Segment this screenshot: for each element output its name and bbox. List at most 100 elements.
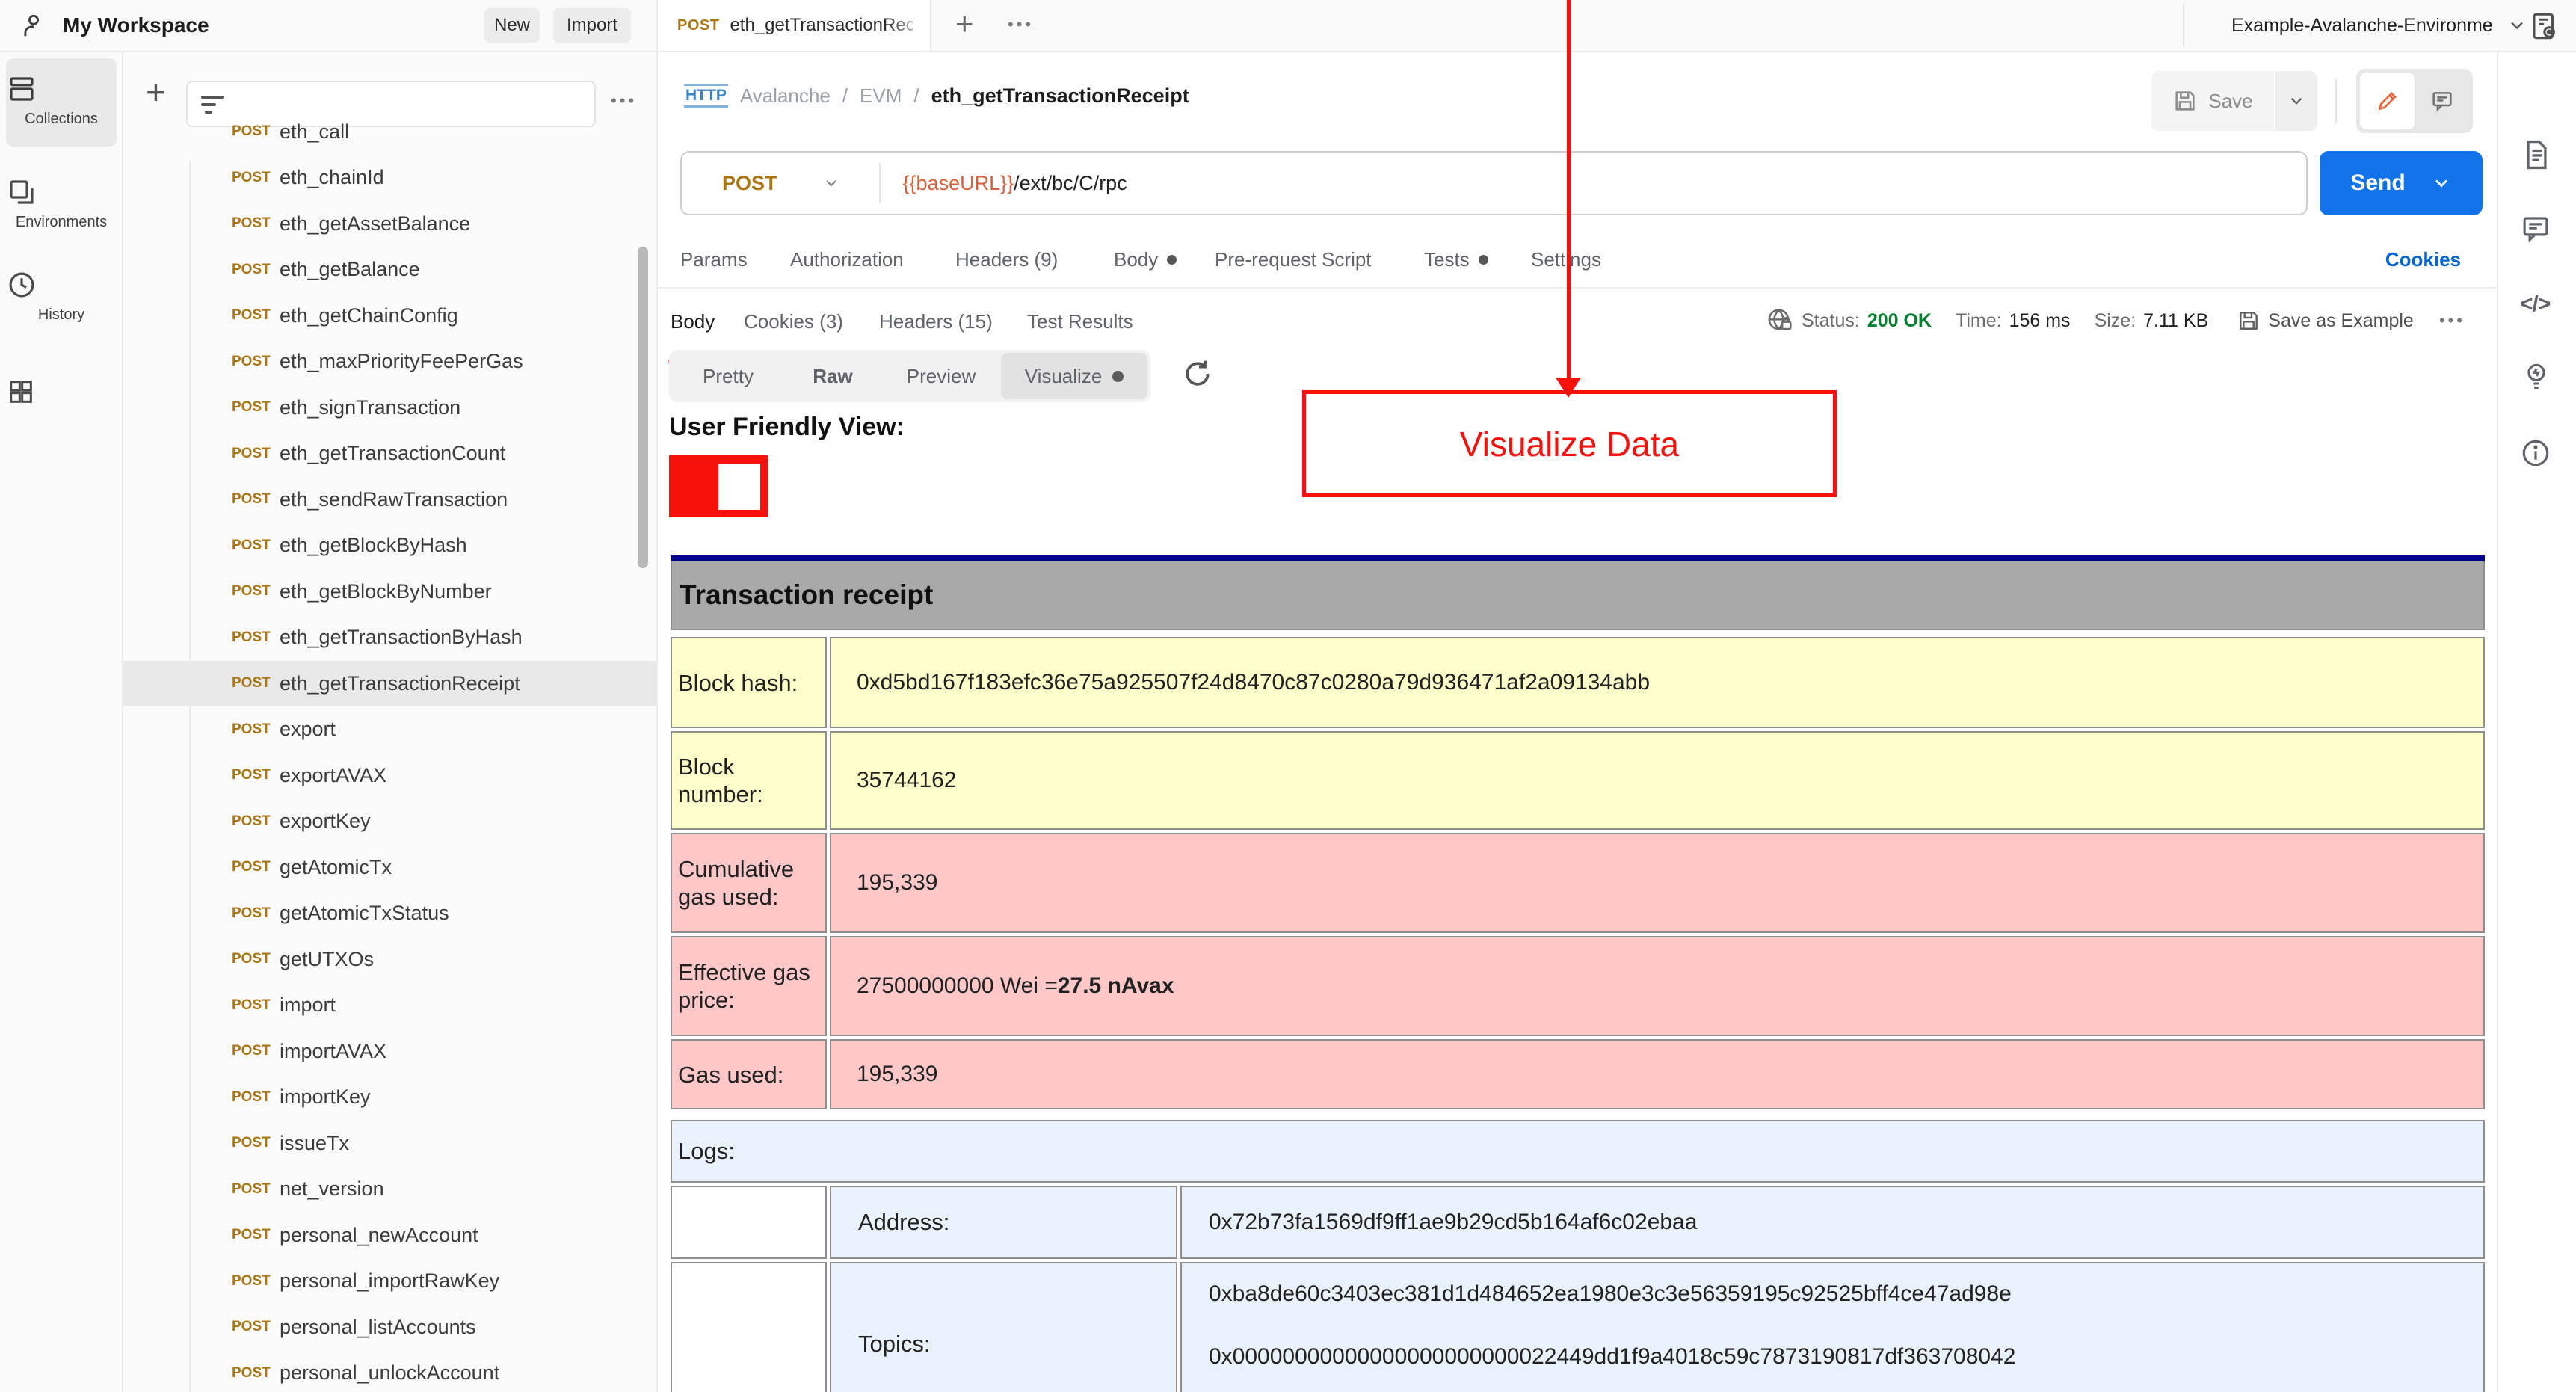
environment-selector[interactable]: Example-Avalanche-Environme: [2231, 0, 2527, 51]
sidebar-request-row[interactable]: POST getAtomicTx: [123, 845, 656, 890]
workspace-title[interactable]: My Workspace: [63, 13, 209, 37]
tab-prerequest-script[interactable]: Pre-request Script: [1215, 248, 1372, 271]
sidebar-request-row[interactable]: POST eth_getBlockByNumber: [123, 569, 656, 614]
sidebar-request-row[interactable]: POST eth_signTransaction: [123, 385, 656, 430]
sidebar-request-row[interactable]: POST eth_getTransactionReceipt: [123, 661, 656, 706]
request-name: import: [280, 994, 336, 1016]
comment-icon[interactable]: [2520, 213, 2551, 244]
environment-quick-look-icon[interactable]: [2529, 10, 2560, 42]
comment-mode-button[interactable]: [2415, 73, 2469, 129]
sidebar-request-row[interactable]: POST eth_getAssetBalance: [123, 201, 656, 246]
tab-params[interactable]: Params: [680, 248, 748, 271]
sidebar-request-row[interactable]: POST eth_call: [123, 109, 656, 154]
receipt-row-value: 0xd5bd167f183efc36e75a925507f24d8470c87c…: [830, 637, 2485, 728]
response-tab-body[interactable]: Body: [671, 310, 715, 333]
annotation-text: Visualize Data: [1459, 424, 1680, 464]
sidebar-request-row[interactable]: POST personal_newAccount: [123, 1213, 656, 1257]
response-tab-cookies[interactable]: Cookies (3): [744, 310, 843, 333]
sidebar-request-row[interactable]: POST eth_getBlockByHash: [123, 523, 656, 568]
user-friendly-view-toggle[interactable]: [669, 455, 768, 517]
new-tab-button[interactable]: +: [955, 6, 974, 42]
code-snippet-icon[interactable]: </>: [2520, 292, 2551, 317]
sidebar-options-icon[interactable]: •••: [611, 91, 637, 111]
sidebar-request-row[interactable]: POST export: [123, 707, 656, 752]
rail-item-more[interactable]: [6, 366, 117, 419]
log-spacer-cell: [671, 1186, 827, 1259]
sidebar-request-row[interactable]: POST getUTXOs: [123, 937, 656, 982]
request-method-label: POST: [232, 123, 271, 139]
rail-item-collections[interactable]: Collections: [6, 58, 117, 147]
breadcrumb-collection[interactable]: Avalanche: [740, 84, 831, 108]
sidebar-request-row[interactable]: POST eth_getTransactionCount: [123, 431, 656, 476]
save-button[interactable]: Save: [2151, 71, 2274, 131]
refresh-icon[interactable]: [1181, 357, 1214, 390]
sidebar-request-row[interactable]: POST net_version: [123, 1167, 656, 1212]
sidebar-request-row[interactable]: POST getAtomicTxStatus: [123, 891, 656, 936]
url-bar[interactable]: POST {{baseURL}}/ext/bc/C/rpc: [680, 151, 2308, 215]
request-method-label: POST: [232, 767, 271, 783]
address-value: 0x72b73fa1569df9ff1ae9b29cd5b164af6c02eb…: [1180, 1186, 2485, 1259]
response-view-switcher: Pretty Raw Preview Visualize: [669, 350, 1150, 402]
receipt-row-label: Block hash:: [671, 637, 827, 728]
sidebar-request-row[interactable]: POST eth_maxPriorityFeePerGas: [123, 339, 656, 384]
sidebar-request-row[interactable]: POST exportKey: [123, 799, 656, 844]
sidebar-request-row[interactable]: POST eth_chainId: [123, 155, 656, 200]
sidebar-request-row[interactable]: POST eth_getBalance: [123, 247, 656, 292]
comment-icon: [2432, 92, 2452, 112]
url-input[interactable]: {{baseURL}}/ext/bc/C/rpc: [903, 172, 1127, 195]
response-options-icon[interactable]: •••: [2439, 311, 2465, 330]
http-request-icon: HTTP: [684, 84, 728, 108]
request-name: personal_importRawKey: [280, 1269, 500, 1292]
add-request-button[interactable]: +: [146, 72, 166, 112]
response-tab-headers[interactable]: Headers (15): [879, 310, 993, 333]
edit-mode-button[interactable]: [2360, 73, 2415, 129]
import-button[interactable]: Import: [553, 8, 631, 43]
request-name: eth_maxPriorityFeePerGas: [280, 350, 523, 372]
tab-body[interactable]: Body: [1114, 248, 1177, 271]
response-tab-test-results[interactable]: Test Results: [1027, 310, 1133, 333]
save-dropdown-button[interactable]: [2275, 71, 2317, 131]
breadcrumb-folder[interactable]: EVM: [860, 84, 902, 108]
sidebar-request-row[interactable]: POST importAVAX: [123, 1029, 656, 1074]
sidebar-request-row[interactable]: POST personal_importRawKey: [123, 1259, 656, 1304]
sidebar-request-row[interactable]: POST eth_sendRawTransaction: [123, 477, 656, 522]
sidebar-request-row[interactable]: POST eth_getTransactionByHash: [123, 615, 656, 660]
save-as-example-button[interactable]: Save as Example: [2268, 310, 2414, 332]
rail-item-environments[interactable]: Environments: [6, 164, 117, 247]
cookies-link[interactable]: Cookies: [2385, 248, 2461, 271]
rail-item-history[interactable]: History: [6, 257, 117, 339]
method-selector[interactable]: POST: [722, 172, 777, 195]
send-button[interactable]: Send: [2320, 151, 2483, 215]
lightbulb-icon[interactable]: [2520, 359, 2553, 392]
tab-authorization[interactable]: Authorization: [790, 248, 904, 271]
request-name: exportAVAX: [280, 763, 387, 786]
view-visualize[interactable]: Visualize: [1001, 353, 1147, 399]
sidebar-scrollbar[interactable]: [638, 247, 648, 568]
sidebar-request-row[interactable]: POST importKey: [123, 1075, 656, 1120]
tab-headers[interactable]: Headers (9): [955, 248, 1058, 271]
documentation-icon[interactable]: [2520, 138, 2553, 171]
view-raw[interactable]: Raw: [784, 353, 881, 399]
request-method-label: POST: [232, 1135, 271, 1151]
view-pretty[interactable]: Pretty: [672, 353, 784, 399]
new-button[interactable]: New: [484, 8, 540, 43]
receipt-table-row: Effective gas price: 27500000000 Wei = 2…: [671, 936, 2485, 1036]
user-icon[interactable]: [19, 11, 48, 40]
sidebar-request-row[interactable]: POST import: [123, 983, 656, 1028]
breadcrumb-request-name[interactable]: eth_getTransactionReceipt: [931, 84, 1189, 108]
chevron-down-icon: [2506, 15, 2527, 36]
log-address-row: Address: 0x72b73fa1569df9ff1ae9b29cd5b16…: [671, 1186, 2485, 1259]
sidebar-request-row[interactable]: POST personal_listAccounts: [123, 1305, 656, 1349]
request-name: eth_getTransactionByHash: [280, 626, 523, 648]
info-icon[interactable]: [2520, 437, 2551, 469]
tab-tests[interactable]: Tests: [1424, 248, 1488, 271]
sidebar-request-row[interactable]: POST eth_getChainConfig: [123, 293, 656, 338]
sidebar-request-row[interactable]: POST exportAVAX: [123, 753, 656, 798]
sidebar-request-row[interactable]: POST personal_unlockAccount: [123, 1351, 656, 1392]
view-preview[interactable]: Preview: [881, 353, 1001, 399]
sidebar-request-row[interactable]: POST issueTx: [123, 1121, 656, 1165]
edit-comment-toggle: [2356, 69, 2473, 133]
tab-settings[interactable]: Settings: [1531, 248, 1601, 271]
request-name: personal_newAccount: [280, 1223, 478, 1246]
tab-options-icon[interactable]: •••: [1008, 15, 1034, 34]
